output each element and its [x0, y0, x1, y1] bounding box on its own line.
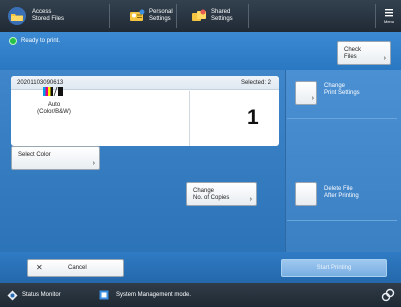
- chevron-right-icon: ›: [92, 160, 95, 167]
- shared-settings-button[interactable]: Shared Settings: [191, 0, 233, 32]
- personal-settings-label: Personal Settings: [149, 9, 173, 22]
- personal-settings-icon: [129, 8, 145, 24]
- cancel-button[interactable]: ✕ Cancel: [27, 259, 124, 277]
- change-print-settings-label: Change Print Settings: [324, 83, 360, 96]
- header-divider: [176, 4, 177, 28]
- start-printing-button[interactable]: Start Printing: [281, 259, 387, 277]
- panel-divider: [287, 118, 397, 119]
- start-printing-label: Start Printing: [316, 265, 352, 271]
- card-divider: [189, 91, 190, 146]
- menu-button[interactable]: Menu: [377, 0, 401, 32]
- select-color-label: Select Color: [18, 152, 51, 158]
- copies-count[interactable]: 1: [247, 107, 259, 129]
- change-print-settings-tile[interactable]: ›: [295, 81, 317, 105]
- header-divider: [248, 4, 249, 28]
- chevron-right-icon: ›: [383, 55, 386, 62]
- color-mode-label: Auto (Color/B&W): [37, 102, 71, 115]
- app-title: Access Stored Files: [32, 9, 65, 22]
- check-files-label: Check Files: [344, 47, 362, 60]
- job-card: 20201103090613 Selected: 2 Auto (Color/B…: [11, 76, 279, 146]
- system-mode-icon: [99, 290, 109, 300]
- folder-icon: [6, 5, 28, 27]
- personal-settings-button[interactable]: Personal Settings: [129, 0, 173, 32]
- menu-icon: [384, 8, 394, 17]
- select-color-button[interactable]: Select Color ›: [11, 146, 100, 170]
- header-divider: [109, 4, 110, 28]
- change-copies-label: Change No. of Copies: [193, 188, 230, 201]
- system-mode-label: System Management mode.: [116, 292, 192, 298]
- app-title-area: Access Stored Files: [6, 0, 64, 32]
- panel-divider: [287, 220, 397, 221]
- network-icon[interactable]: [381, 288, 395, 302]
- check-files-button[interactable]: Check Files ›: [337, 41, 391, 65]
- shared-settings-icon: [191, 8, 207, 24]
- close-icon: ✕: [36, 263, 43, 272]
- cancel-label: Cancel: [68, 265, 87, 271]
- header-divider: [375, 4, 376, 28]
- shared-settings-label: Shared Settings: [211, 9, 233, 22]
- change-copies-button[interactable]: Change No. of Copies ›: [186, 182, 257, 206]
- status-monitor-label[interactable]: Status Monitor: [22, 292, 61, 299]
- menu-label: Menu: [383, 19, 394, 24]
- status-monitor-icon: [7, 290, 18, 301]
- chevron-right-icon: ›: [311, 95, 314, 102]
- color-mode-icon: [43, 86, 63, 97]
- delete-file-toggle[interactable]: Delete File After Printing: [295, 182, 401, 206]
- system-bar: Status Monitor System Management mode.: [0, 283, 401, 307]
- delete-file-label: Delete File After Printing: [324, 186, 359, 199]
- delete-file-checkbox[interactable]: [295, 182, 317, 206]
- change-print-settings-button[interactable]: › Change Print Settings: [295, 81, 401, 105]
- header-bar: Access Stored Files Personal Settings Sh…: [0, 0, 401, 32]
- file-id: 20201103090613: [17, 80, 64, 86]
- ready-status-icon: [9, 37, 17, 45]
- chevron-right-icon: ›: [249, 196, 252, 203]
- status-message: Ready to print.: [21, 38, 61, 44]
- selected-count: Selected: 2: [240, 80, 271, 86]
